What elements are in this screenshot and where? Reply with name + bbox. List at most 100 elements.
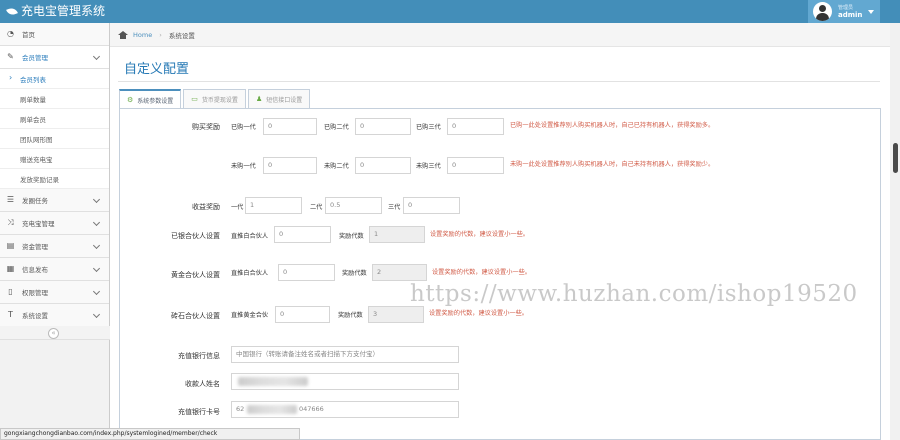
tachometer-icon: ◔ (7, 29, 14, 38)
bank-card-prefix: 62 (236, 405, 245, 413)
sidebar-item-label: 会员列表 (20, 75, 46, 84)
field-label: 三代 (388, 204, 401, 211)
field-label: 奖励代数 (338, 312, 363, 319)
sidebar-item-label: 赠送充电宝 (20, 155, 53, 164)
field-label: 未购三代 (416, 163, 441, 170)
sidebar-subitem-team-graph[interactable]: 团队网形图 (0, 129, 109, 149)
bought-gen3-input[interactable]: 0 (447, 118, 504, 135)
bank-card-input[interactable]: 62 047666 (231, 401, 459, 418)
chevron-down-icon (92, 310, 101, 319)
text-height-icon: T (8, 310, 13, 319)
unbought-gen2-input[interactable]: 0 (355, 157, 411, 174)
breadcrumb-home-link[interactable]: Home (133, 31, 152, 39)
user-icon: ♟ (255, 95, 263, 103)
unbought-gen1-input[interactable]: 0 (263, 157, 317, 174)
sidebar-item-label: 权限管理 (22, 289, 48, 297)
tab-system-params[interactable]: ⚙ 系统参数设置 (119, 89, 182, 109)
sidebar-item-label: 发放奖励记录 (20, 175, 59, 184)
top-navbar: 充电宝管理系统 管理员 admin (0, 0, 900, 23)
chevron-down-icon (92, 218, 101, 227)
sidebar-item-info-publish[interactable]: ▦ 信息发布 (0, 258, 109, 281)
sidebar-item-funds-management[interactable]: ▤ 资金管理 (0, 235, 109, 258)
breadcrumb-separator: › (159, 30, 162, 39)
diamond-generations-input[interactable]: 3 (368, 306, 424, 323)
divider (118, 81, 880, 82)
sidebar-subitem-reward-records[interactable]: 发放奖励记录 (0, 169, 109, 189)
field-label: 直推白合伙人 (231, 270, 269, 277)
sidebar-item-tasks[interactable]: ☰ 发圈任务 (0, 189, 109, 212)
sidebar-subitem-gift-powerbank[interactable]: 赠送充电宝 (0, 149, 109, 169)
field-label: 已购一代 (231, 124, 256, 131)
sidebar-item-system-settings[interactable]: T 系统设置 (0, 304, 109, 327)
chevron-down-icon (92, 264, 101, 273)
sidebar-subitem-order-count[interactable]: 刷单数量 (0, 89, 109, 109)
calendar-icon: ▦ (6, 264, 15, 273)
sidebar-item-label: 系统设置 (22, 312, 48, 320)
silver-partner-label: 已银合伙人设置 (171, 232, 220, 240)
bought-gen1-input[interactable]: 0 (263, 118, 317, 135)
redacted-text (238, 377, 308, 386)
diamond-direct-input[interactable]: 0 (275, 306, 330, 323)
scrollbar[interactable] (890, 23, 900, 440)
sidebar-subitem-order-members[interactable]: 刷单会员 (0, 109, 109, 129)
app-brand[interactable]: 充电宝管理系统 (6, 5, 105, 18)
tab-label: 货币提现设置 (201, 96, 238, 104)
scrollbar-thumb[interactable] (893, 143, 898, 173)
payee-name-input[interactable] (231, 373, 459, 390)
home-icon (118, 30, 128, 39)
sidebar-item-label: 刷单会员 (20, 115, 46, 124)
bought-gen2-input[interactable]: 0 (355, 118, 411, 135)
sidebar-item-label: 充电宝管理 (22, 220, 55, 228)
unbought-gen3-input[interactable]: 0 (447, 157, 504, 174)
file-icon: ▯ (8, 287, 13, 296)
sidebar-subitem-member-list[interactable]: 会员列表 (0, 69, 109, 89)
sidebar-item-member-management[interactable]: ✎ 会员管理 (0, 46, 109, 69)
tab-withdraw-settings[interactable]: ▭ 货币提现设置 (183, 89, 246, 108)
tab-panel: 购买奖励 已购一代 0 已购二代 0 已购三代 0 已购一此处设置推荐别人购买机… (119, 108, 881, 440)
sidebar-item-powerbank-management[interactable]: ⤨ 充电宝管理 (0, 212, 109, 235)
purchase-hint-bought: 已购一此处设置推荐别人购买机器人时，自己已持有机器人，获得奖励多。 (510, 122, 715, 129)
bookmark-icon: ▤ (6, 241, 15, 250)
sidebar-item-label: 会员管理 (22, 54, 48, 62)
chevron-down-icon (92, 287, 101, 296)
user-menu[interactable]: 管理员 admin (808, 0, 880, 23)
bank-info-input[interactable]: 中国银行（转账请备注姓名或者扫描下方支付宝） (231, 346, 459, 363)
redacted-text (247, 405, 297, 414)
user-name: admin (838, 11, 863, 19)
sidebar-item-permission-management[interactable]: ▯ 权限管理 (0, 281, 109, 304)
sidebar-item-label: 首页 (22, 31, 35, 39)
gold-direct-input[interactable]: 0 (278, 264, 335, 281)
sidebar: ◔ 首页 ✎ 会员管理 会员列表 刷单数量 刷单会员 团队网形图 赠送充电宝 发放奖… (0, 23, 110, 440)
gold-partner-label: 黄金合伙人设置 (171, 271, 220, 279)
sidebar-item-home[interactable]: ◔ 首页 (0, 23, 109, 46)
field-label: 直推黄金合伙 (231, 312, 269, 319)
sidebar-item-label: 资金管理 (22, 243, 48, 251)
avatar (813, 2, 832, 21)
chevron-down-icon (92, 241, 101, 250)
income-gen1-input[interactable]: 1 (245, 197, 302, 214)
field-label: 二代 (310, 204, 323, 211)
field-label: 未购一代 (231, 163, 256, 170)
purchase-reward-label: 购买奖励 (192, 123, 220, 131)
gold-generations-input[interactable]: 2 (372, 264, 427, 281)
income-gen3-input[interactable]: 0 (403, 197, 460, 214)
cogs-icon: ⚙ (127, 96, 134, 104)
edit-icon: ✎ (7, 52, 14, 61)
bank-info-label: 充值银行信息 (178, 352, 220, 360)
sidebar-collapse-button[interactable]: « (48, 328, 59, 339)
silver-direct-input[interactable]: 0 (274, 226, 331, 243)
caret-down-icon (868, 10, 874, 14)
list-icon: ☰ (6, 195, 15, 204)
sidebar-item-label: 团队网形图 (20, 135, 53, 144)
breadcrumb-current: 系统设置 (168, 31, 195, 40)
income-gen2-input[interactable]: 0.5 (325, 197, 382, 214)
user-role: 管理员 (838, 5, 854, 11)
sidebar-item-label: 刷单数量 (20, 95, 46, 104)
field-label: 已购二代 (324, 124, 349, 131)
silver-generations-input[interactable]: 1 (369, 226, 425, 243)
bank-card-suffix: 047666 (299, 405, 324, 413)
tab-sms-settings[interactable]: ♟ 短信接口设置 (247, 89, 311, 108)
chevron-down-icon (92, 195, 101, 204)
leaf-icon (6, 6, 18, 17)
diamond-partner-hint: 设置奖励的代数，建议设置小一些。 (429, 310, 528, 317)
